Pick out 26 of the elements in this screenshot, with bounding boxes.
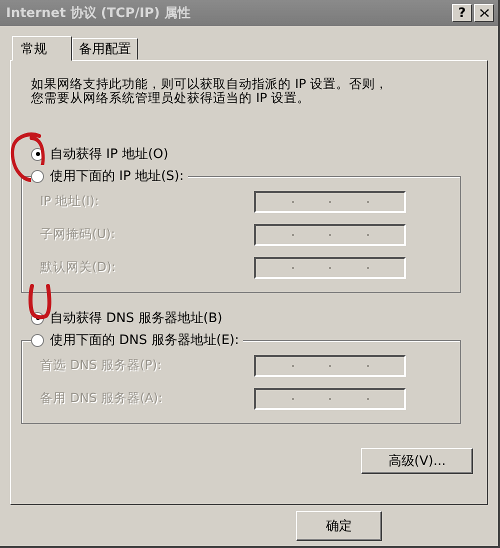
radio-label: 自动获得 DNS 服务器地址(B) [50, 310, 222, 327]
field-label: 备用 DNS 服务器(A): [40, 390, 162, 407]
radio-label: 自动获得 IP 地址(O) [50, 146, 168, 163]
description-text: 您需要从网络系统管理员处获得适当的 IP 设置。 [31, 91, 310, 105]
close-button[interactable] [474, 4, 494, 22]
radio-button[interactable] [31, 334, 44, 346]
field-label: 首选 DNS 服务器(P): [40, 357, 162, 374]
ip-address-field[interactable] [254, 224, 406, 246]
help-button[interactable]: ? [452, 4, 472, 22]
radio-label: 使用下面的 IP 地址(S): [50, 168, 184, 185]
tab[interactable]: 常规 [12, 36, 72, 61]
field-label: IP 地址(I): [40, 193, 99, 210]
ip-address-field[interactable] [254, 388, 406, 410]
close-icon [480, 9, 488, 17]
field-label: 子网掩码(U): [40, 226, 116, 243]
advanced-button[interactable]: 高级(V)... [361, 448, 473, 474]
tab[interactable]: 备用配置 [72, 38, 138, 60]
field-label: 默认网关(D): [40, 259, 116, 276]
ok-button[interactable]: 确定 [296, 511, 382, 541]
description-text: 如果网络支持此功能，则可以获取自动指派的 IP 设置。否则， [31, 77, 388, 91]
ip-address-field[interactable] [254, 190, 406, 212]
radio-label: 使用下面的 DNS 服务器地址(E): [50, 332, 239, 349]
ip-address-field[interactable] [254, 354, 406, 376]
ip-address-field[interactable] [254, 256, 406, 278]
radio-button[interactable] [31, 170, 44, 182]
window-title: Internet 协议 (TCP/IP) 属性 [6, 4, 190, 22]
